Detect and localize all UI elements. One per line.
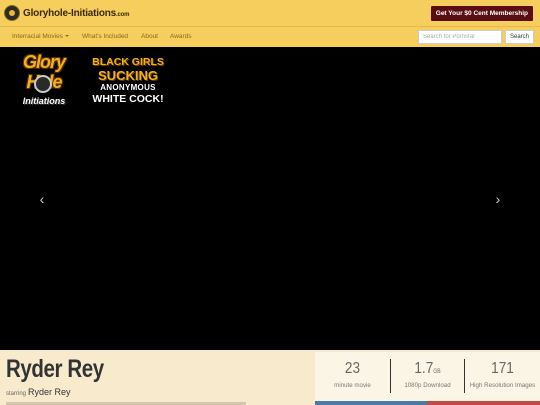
pornstar-search-input[interactable] bbox=[418, 30, 502, 44]
starring-label: starring bbox=[6, 391, 27, 397]
join-membership-button[interactable]: Get Your $0 Cent Membership bbox=[430, 6, 533, 21]
nav-item-about[interactable]: About bbox=[141, 27, 158, 47]
logo-word-initiations: Initiations bbox=[22, 96, 66, 106]
nav-item-awards[interactable]: Awards bbox=[170, 27, 192, 47]
main-nav: Interracial Movies What's Included About… bbox=[0, 26, 540, 47]
starring-name[interactable]: Ryder Rey bbox=[28, 387, 71, 397]
tagline-line: ANONYMOUS bbox=[100, 82, 156, 92]
stat-images: 171 High Resolution Images bbox=[465, 352, 540, 397]
logo-text: Gloryhole-Initiations bbox=[23, 7, 117, 19]
glory-hole-icon bbox=[34, 75, 52, 93]
nav-item-interracial-movies[interactable]: Interracial Movies bbox=[12, 27, 69, 47]
model-name: Ryder Rey bbox=[6, 355, 104, 383]
logo-suffix: .com bbox=[116, 11, 130, 18]
stat-value: 1.7 bbox=[414, 360, 434, 377]
nav-item-label: Interracial Movies bbox=[12, 33, 63, 40]
stat-value: 23 bbox=[344, 360, 361, 377]
chevron-right-icon[interactable]: › bbox=[491, 192, 505, 206]
hero-slider: Glory Hole Initiations BLACK GIRLS SUCKI… bbox=[0, 47, 540, 350]
nav-item-whats-included[interactable]: What's Included bbox=[82, 27, 128, 47]
tagline-line: BLACK GIRLS bbox=[92, 56, 164, 68]
hero-tagline: BLACK GIRLS SUCKING ANONYMOUS WHITE COCK… bbox=[84, 57, 172, 104]
tagline-line: WHITE COCK! bbox=[92, 92, 164, 105]
stat-label: High Resolution Images bbox=[469, 382, 536, 389]
search-button[interactable]: Search bbox=[505, 30, 534, 44]
top-bar: Gloryhole-Initiations.com Get Your $0 Ce… bbox=[0, 0, 540, 26]
stat-value: 171 bbox=[491, 360, 514, 377]
site-logo[interactable]: Gloryhole-Initiations.com bbox=[4, 4, 129, 22]
stats-color-strip bbox=[315, 401, 540, 405]
stat-minutes: 23 minute movie bbox=[315, 352, 390, 397]
logo-word-glory: Glory bbox=[22, 52, 66, 72]
stat-download-size: 1.7GB 1080p Download bbox=[390, 352, 465, 397]
scene-stats: 23 minute movie 1.7GB 1080p Download 171… bbox=[315, 352, 540, 405]
stat-label: 1080p Download bbox=[404, 382, 451, 389]
gloryhole-logo-icon bbox=[4, 5, 20, 21]
stat-label: minute movie bbox=[334, 382, 371, 389]
stat-unit: GB bbox=[433, 369, 441, 375]
tagline-line: SUCKING bbox=[98, 67, 158, 83]
strip-blue bbox=[315, 401, 427, 405]
chevron-left-icon[interactable]: ‹ bbox=[35, 192, 49, 206]
starring-line: starring Ryder Rey bbox=[6, 387, 71, 397]
caret-down-icon bbox=[64, 35, 69, 38]
strip-red bbox=[427, 401, 540, 405]
gloryhole-initiations-logo: Glory Hole Initiations bbox=[8, 52, 80, 114]
